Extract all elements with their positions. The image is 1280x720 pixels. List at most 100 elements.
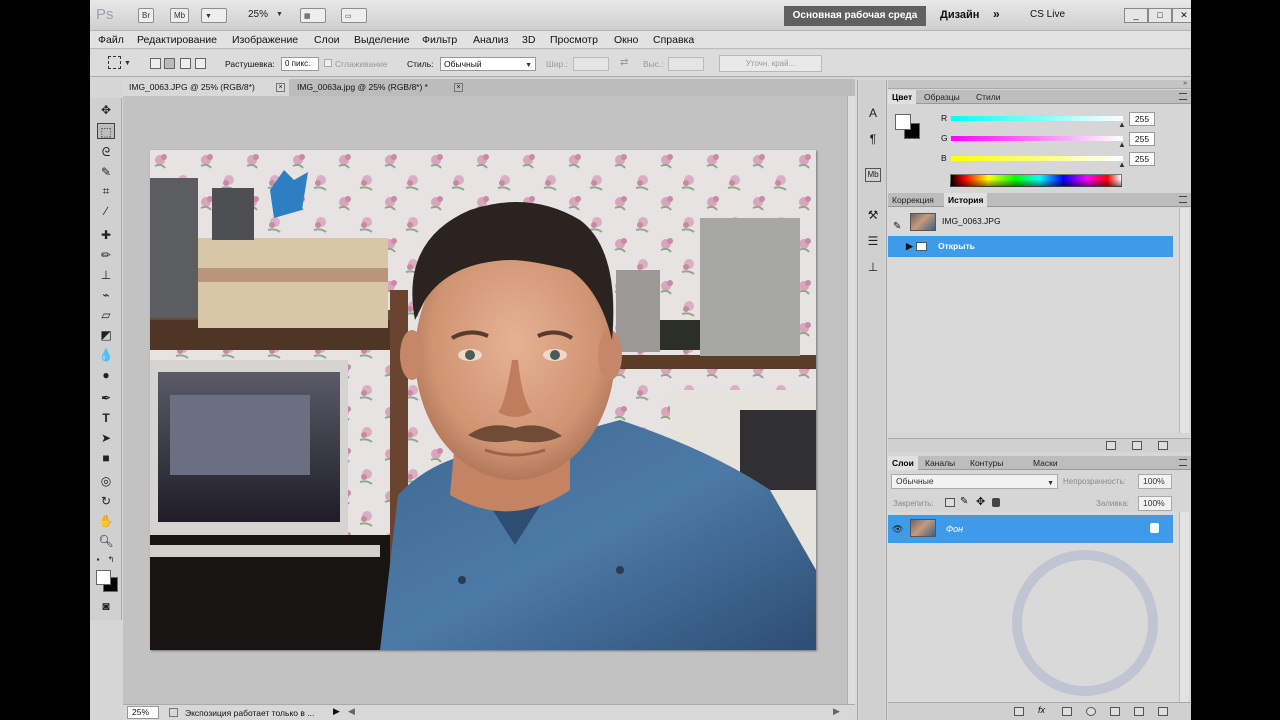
menu-analysis[interactable]: Анализ <box>473 34 508 46</box>
opacity-field[interactable]: 100% <box>1138 474 1172 489</box>
3d-orbit-tool-icon[interactable]: ↻ <box>97 493 115 509</box>
new-group-icon[interactable] <box>1110 707 1120 716</box>
rectangle-tool-icon[interactable]: ■ <box>97 450 115 466</box>
tab-masks[interactable]: Маски <box>1029 456 1062 470</box>
eraser-tool-icon[interactable]: ▱ <box>97 307 115 323</box>
menu-layer[interactable]: Слои <box>314 34 340 46</box>
tab-color[interactable]: Цвет <box>888 90 917 104</box>
healing-brush-tool-icon[interactable]: ✚ <box>97 227 115 243</box>
menu-view[interactable]: Просмотр <box>550 34 598 46</box>
history-scrollbar[interactable] <box>1179 208 1189 433</box>
minimize-button[interactable]: _ <box>1124 8 1148 23</box>
menu-edit[interactable]: Редактирование <box>137 34 217 46</box>
layers-scrollbar[interactable] <box>1179 512 1189 702</box>
add-selection-icon[interactable] <box>164 58 175 69</box>
minibridge-panel-icon[interactable]: Mb <box>865 168 881 182</box>
more-workspaces-icon[interactable]: » <box>993 7 1000 21</box>
extras-dropdown[interactable]: ▼ <box>201 8 227 23</box>
dodge-tool-icon[interactable]: ● <box>97 367 115 383</box>
link-layers-icon[interactable] <box>1014 707 1024 716</box>
color-panel-foreground-swatch[interactable] <box>895 114 911 130</box>
gradient-tool-icon[interactable]: ◩ <box>97 327 115 343</box>
channel-b-value[interactable]: 255 <box>1129 152 1155 166</box>
channel-g-value[interactable]: 255 <box>1129 132 1155 146</box>
delete-state-icon[interactable] <box>1158 441 1168 450</box>
menu-select[interactable]: Выделение <box>354 34 410 46</box>
lock-pixels-icon[interactable]: ✎ <box>960 496 968 507</box>
new-selection-icon[interactable] <box>150 58 161 69</box>
lock-transparency-icon[interactable] <box>945 498 955 507</box>
scroll-left-icon[interactable]: ◀ <box>348 706 355 717</box>
style-select[interactable]: Обычный ▼ <box>440 57 536 71</box>
swap-icon[interactable]: ⇄ <box>620 57 628 68</box>
brush-tool-icon[interactable]: ✏ <box>97 247 115 263</box>
intersect-selection-icon[interactable] <box>195 58 206 69</box>
new-adjustment-layer-icon[interactable] <box>1086 707 1096 716</box>
workspace-essentials-button[interactable]: Основная рабочая среда <box>784 6 926 26</box>
crop-tool-icon[interactable]: ⌗ <box>97 183 115 199</box>
cs-live-button[interactable]: CS Live <box>1030 9 1065 20</box>
menu-image[interactable]: Изображение <box>232 34 298 46</box>
fx-icon[interactable]: fx <box>1038 705 1045 715</box>
chevron-down-icon[interactable]: ▼ <box>124 60 131 67</box>
menu-3d[interactable]: 3D <box>522 34 535 46</box>
tool-presets-icon[interactable]: ⚒ <box>863 206 883 224</box>
zoom-field[interactable]: 25% <box>127 706 159 719</box>
close-button[interactable]: ✕ <box>1172 8 1191 23</box>
add-mask-icon[interactable] <box>1062 707 1072 716</box>
marquee-preset-icon[interactable] <box>108 56 121 69</box>
pen-tool-icon[interactable]: ✒ <box>97 390 115 406</box>
status-menu-arrow-icon[interactable]: ▶ <box>333 706 340 717</box>
tab-document-1[interactable]: IMG_0063.JPG @ 25% (RGB/8*) × <box>123 79 289 96</box>
3d-rotate-tool-icon[interactable]: ◎ <box>97 473 115 489</box>
tab-swatches[interactable]: Образцы <box>920 90 964 104</box>
type-tool-icon[interactable]: T <box>97 410 115 426</box>
move-tool-icon[interactable]: ✥ <box>97 102 115 118</box>
eyedropper-tool-icon[interactable]: ∕ <box>97 203 115 219</box>
feather-input[interactable]: 0 пикс. <box>281 57 319 71</box>
panel-collapse-bar[interactable]: » <box>888 80 1191 89</box>
history-snapshot-row[interactable]: ✎ IMG_0063.JPG <box>888 211 1173 232</box>
height-input[interactable] <box>668 57 704 71</box>
screen-mode-button[interactable]: ▭ <box>341 8 367 23</box>
minibridge-button[interactable]: Mb <box>170 8 190 23</box>
close-tab-icon[interactable]: × <box>454 83 463 92</box>
layer-visibility-eye-icon[interactable]: 👁︎ <box>892 524 904 534</box>
delete-layer-icon[interactable] <box>1158 707 1168 716</box>
panel-menu-icon[interactable] <box>1179 93 1187 100</box>
menu-window[interactable]: Окно <box>614 34 638 46</box>
slider-handle-icon[interactable]: ▲ <box>1118 160 1126 169</box>
layer-row-background[interactable]: Фон <box>888 515 1173 543</box>
zoom-level-dropdown[interactable]: 25% <box>248 9 268 20</box>
quick-mask-icon[interactable]: ◙ <box>97 598 115 614</box>
status-info-icon[interactable] <box>169 708 178 717</box>
tab-styles[interactable]: Стили <box>972 90 1005 104</box>
lasso-tool-icon[interactable]: ᘓ <box>97 144 115 160</box>
slider-handle-icon[interactable]: ▲ <box>1118 140 1126 149</box>
path-selection-tool-icon[interactable]: ➤ <box>97 430 115 446</box>
tab-channels[interactable]: Каналы <box>921 456 959 470</box>
zoom-tool-icon[interactable]: 🔍︎ <box>97 533 115 549</box>
history-brush-tool-icon[interactable]: ⌁ <box>97 287 115 303</box>
menu-help[interactable]: Справка <box>653 34 694 46</box>
history-item-open[interactable]: ▶ Открыть <box>888 236 1173 257</box>
channel-b-slider[interactable] <box>951 156 1123 161</box>
subtract-selection-icon[interactable] <box>180 58 191 69</box>
channel-r-slider[interactable] <box>951 116 1123 121</box>
tab-document-2[interactable]: IMG_0063a.jpg @ 25% (RGB/8*) * × <box>291 79 467 96</box>
antialias-checkbox[interactable] <box>324 59 332 67</box>
menu-file[interactable]: Файл <box>98 34 124 46</box>
scroll-right-icon[interactable]: ▶ <box>833 706 840 717</box>
tab-history[interactable]: История <box>944 193 988 207</box>
hand-tool-icon[interactable]: ✋ <box>97 513 115 529</box>
history-brush-source-icon[interactable]: ✎ <box>893 216 901 237</box>
channel-r-value[interactable]: 255 <box>1129 112 1155 126</box>
canvas-vertical-scrollbar[interactable] <box>847 96 855 704</box>
panel-menu-icon[interactable] <box>1179 196 1187 203</box>
panel-menu-icon[interactable] <box>1179 459 1187 466</box>
arrange-documents-button[interactable]: ▦ <box>300 8 326 23</box>
canvas-area[interactable] <box>123 96 847 704</box>
paragraph-panel-icon[interactable]: ¶ <box>863 130 883 148</box>
slider-handle-icon[interactable]: ▲ <box>1118 120 1126 129</box>
maximize-button[interactable]: □ <box>1148 8 1172 23</box>
